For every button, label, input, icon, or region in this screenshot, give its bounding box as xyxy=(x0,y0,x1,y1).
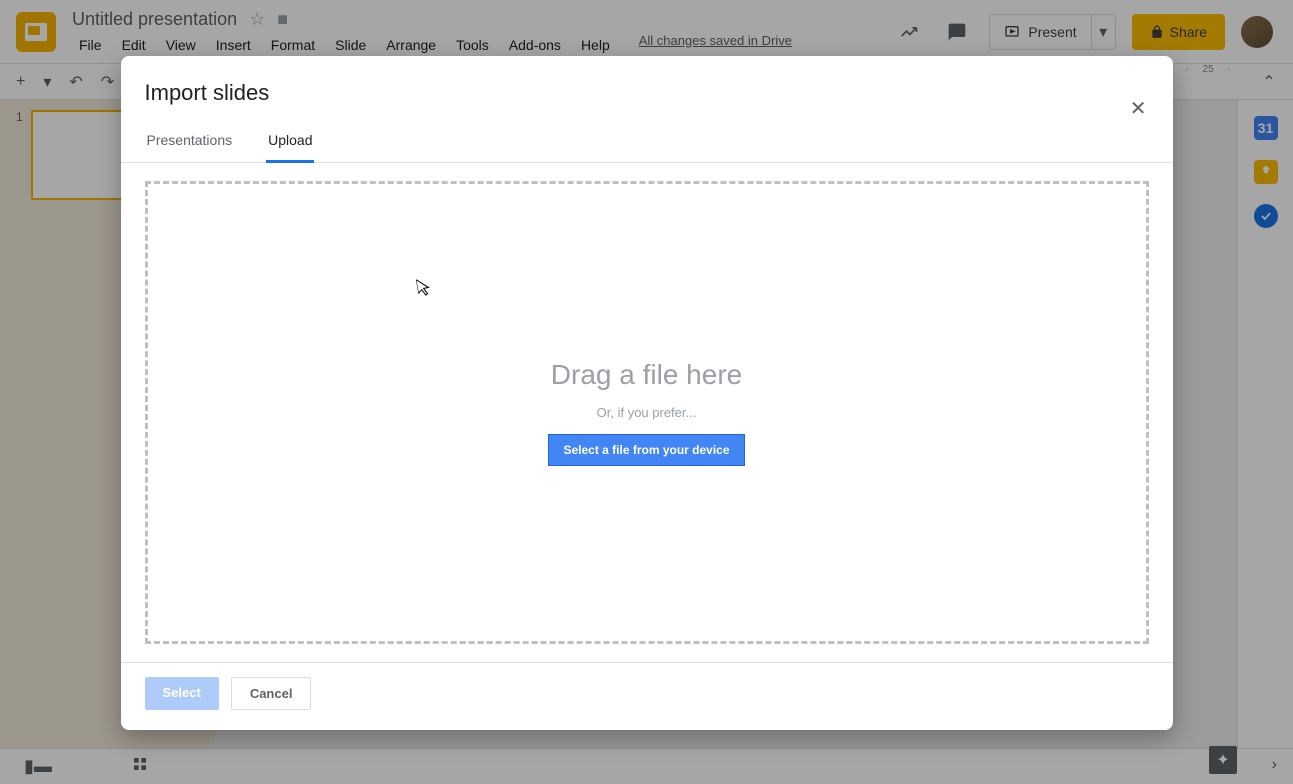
dialog-tabs: Presentations Upload xyxy=(121,106,1173,163)
select-file-button[interactable]: Select a file from your device xyxy=(548,434,744,466)
drop-subtext: Or, if you prefer... xyxy=(597,405,697,420)
select-button[interactable]: Select xyxy=(145,677,219,710)
file-dropzone[interactable]: Drag a file here Or, if you prefer... Se… xyxy=(145,181,1149,644)
tab-presentations[interactable]: Presentations xyxy=(145,122,235,162)
tab-upload[interactable]: Upload xyxy=(266,122,314,163)
drop-text: Drag a file here xyxy=(551,359,742,391)
modal-overlay[interactable]: Import slides Presentations Upload Drag … xyxy=(0,0,1293,784)
close-icon[interactable]: ✕ xyxy=(1124,90,1153,127)
cancel-button[interactable]: Cancel xyxy=(231,677,312,710)
import-slides-dialog: Import slides Presentations Upload Drag … xyxy=(121,56,1173,730)
dialog-title: Import slides xyxy=(145,80,1149,106)
